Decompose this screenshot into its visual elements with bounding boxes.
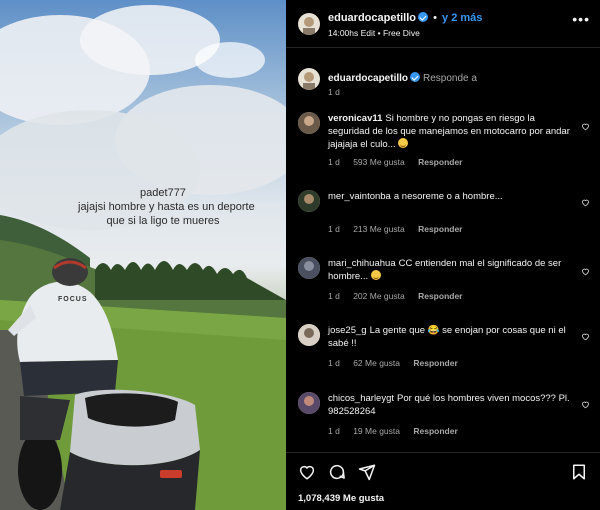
comment-text: jose25_g La gente que 😂 se enojan por cos… [328,324,572,350]
story-caption: padet777 jajajsi hombre y hasta es un de… [78,186,255,228]
comment-likes[interactable]: 593 Me gusta [353,157,405,167]
comment-text: mer_vaintonba a nesoreme o a hombre... [328,190,572,203]
caption-username[interactable]: eduardocapetillo [328,73,408,84]
like-heart-icon[interactable] [581,122,590,131]
caption-time: 1 d [328,87,340,97]
comment-likes[interactable]: 213 Me gusta [353,224,405,234]
reply-button[interactable]: Responder [418,157,462,167]
caption-text: eduardocapetillo Responde a [328,72,477,84]
comment-icon[interactable] [328,463,346,481]
comment-meta: 1 d 593 Me gusta Responder [328,157,474,167]
comment-time: 1 d [328,224,340,234]
comment-username[interactable]: mari_chihuahua [328,258,396,269]
reply-button[interactable]: Responder [418,291,462,301]
comment-text: veronicav11 Si hombre y no pongas en ries… [328,112,572,151]
comment-text: mari_chihuahua CC entienden mal el signif… [328,257,572,283]
emoji-icon [398,138,409,148]
comment-likes[interactable]: 19 Me gusta [353,426,400,436]
comment-time: 1 d [328,157,340,167]
comments-panel: eduardocapetillo • y 2 más 14:00hs Edit … [286,0,600,510]
comment-meta: 1 d 19 Me gusta Responder [328,426,469,436]
avatar[interactable] [298,112,320,134]
post-photo: padet777 jajajsi hombre y hasta es un de… [0,0,286,510]
avatar[interactable] [298,257,320,279]
comment-text: chicos_harleygt Por qué los hombres viven… [328,392,572,418]
avatar[interactable] [298,13,320,35]
likes-count[interactable]: 1,078,439 Me gusta [298,493,384,504]
more-options-icon[interactable]: ••• [572,12,590,26]
like-heart-icon[interactable] [581,332,590,341]
separator-dot: • [433,12,437,24]
heart-icon[interactable] [298,463,316,481]
bookmark-icon[interactable] [570,463,588,481]
comment-time: 1 d [328,291,340,301]
comment-meta: 1 d 62 Me gusta Responder [328,358,469,368]
verified-badge-icon [418,12,429,22]
caption-body: Responde a [423,73,477,84]
comment-likes[interactable]: 202 Me gusta [353,291,405,301]
comment-list: eduardocapetillo Responde a 1 d veronicav… [286,48,600,452]
jacket-logo: FOCUS [58,296,88,303]
photo-scene [0,5,286,510]
comment-time: 1 d [328,358,340,368]
reply-button[interactable]: Responder [413,358,457,368]
avatar[interactable] [298,392,320,414]
author-username[interactable]: eduardocapetillo [328,12,416,24]
comment-username[interactable]: mer_vaintonba [328,191,391,202]
comment-meta: 1 d 213 Me gusta Responder [328,224,474,234]
like-heart-icon[interactable] [581,400,590,409]
comment-username[interactable]: jose25_g [328,325,367,336]
avatar[interactable] [298,190,320,212]
post-author: eduardocapetillo • y 2 más [328,12,482,24]
avatar[interactable] [298,68,320,90]
comment-meta: 1 d 202 Me gusta Responder [328,291,474,301]
like-heart-icon[interactable] [581,267,590,276]
reply-button[interactable]: Responder [413,426,457,436]
verified-badge-icon [410,72,421,82]
comment-username[interactable]: chicos_harleygt [328,393,394,404]
comment-time: 1 d [328,426,340,436]
comment-username[interactable]: veronicav11 [328,113,382,124]
comment-likes[interactable]: 62 Me gusta [353,358,400,368]
like-heart-icon[interactable] [581,198,590,207]
post-actions: 1,078,439 Me gusta [286,452,600,510]
caption-line: jajajsi hombre y hasta es un deporte [78,201,255,213]
collaborators-link[interactable]: y 2 más [442,12,482,24]
share-icon[interactable] [358,463,376,481]
avatar[interactable] [298,324,320,346]
comment-body: a nesoreme o a hombre... [393,191,503,202]
caption-line: que si la ligo te mueres [106,215,220,227]
emoji-icon [370,270,381,280]
caption-line: padet777 [140,187,186,199]
post-header: eduardocapetillo • y 2 más 14:00hs Edit … [286,0,600,48]
post-subtitle: 14:00hs Edit • Free Dive [328,28,420,38]
reply-button[interactable]: Responder [418,224,462,234]
